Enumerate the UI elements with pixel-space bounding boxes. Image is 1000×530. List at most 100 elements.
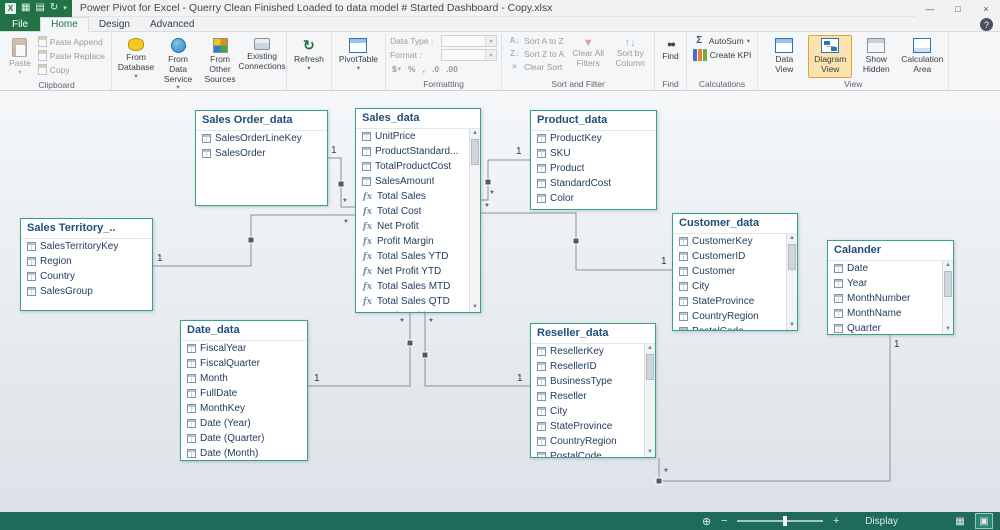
table-field-net-profit[interactable]: fx Net Profit xyxy=(356,219,469,234)
relationship-line[interactable] xyxy=(424,313,530,387)
button-from-database[interactable]: From Database ▾ xyxy=(116,35,156,83)
button-from-other-sources[interactable]: From Other Sources xyxy=(200,35,240,87)
table-field-total-sales-mtd[interactable]: fx Total Sales MTD xyxy=(356,279,469,294)
data-type-select[interactable]: ▾ xyxy=(441,35,498,47)
diagram-view-canvas[interactable]: 1 * 1 * 1 * 1 * 1 * 1 * 1 * Sales Order_data SalesOrde… xyxy=(0,91,1000,512)
table-field-fulldate[interactable]: FullDate xyxy=(181,386,307,401)
diagram-table-product-data[interactable]: Product_data ProductKey SKU Product Standard… xyxy=(530,110,657,210)
zoom-fit-icon[interactable]: ⊕ xyxy=(702,515,711,528)
diagram-table-sales-territory[interactable]: Sales Territory_.. SalesTerritoryKey Regio… xyxy=(20,218,153,311)
table-field-salesorderlinekey[interactable]: SalesOrderLineKey xyxy=(196,131,327,146)
scroll-thumb[interactable] xyxy=(471,139,479,165)
scroll-up-icon[interactable]: ▲ xyxy=(645,344,655,353)
button-from-data-service[interactable]: From Data Service ▾ xyxy=(158,35,198,95)
table-field-stateprovince[interactable]: StateProvince xyxy=(673,294,786,309)
table-field-reseller[interactable]: Reseller xyxy=(531,389,644,404)
table-field-customerkey[interactable]: CustomerKey xyxy=(673,234,786,249)
relationship-handle[interactable] xyxy=(337,180,345,188)
tab-file[interactable]: File xyxy=(0,17,41,31)
zoom-slider-thumb[interactable] xyxy=(783,516,788,526)
table-field-resellerid[interactable]: ResellerID xyxy=(531,359,644,374)
button-clear-all-filters[interactable]: ▼ Clear All Filters xyxy=(568,35,608,72)
format-number-button-2[interactable]: , xyxy=(421,64,427,74)
diagram-table-sales-data[interactable]: Sales_data UnitPrice ProductStandard... Tot… xyxy=(355,108,481,313)
table-field-standardcost[interactable]: StandardCost xyxy=(531,176,656,191)
relationship-handle[interactable] xyxy=(655,477,663,485)
relationship-handle[interactable] xyxy=(406,339,414,347)
table-field-salesorder[interactable]: SalesOrder xyxy=(196,146,327,161)
button-existing-connections[interactable]: Existing Connections xyxy=(238,35,286,75)
table-field-countryregion[interactable]: CountryRegion xyxy=(531,434,644,449)
table-field-customerid[interactable]: CustomerID xyxy=(673,249,786,264)
button-paste-append[interactable]: Paste Append xyxy=(36,35,107,48)
scroll-down-icon[interactable]: ▼ xyxy=(645,448,655,457)
table-scrollbar[interactable]: ▲ ▼ xyxy=(786,234,797,330)
table-field-productstandard[interactable]: ProductStandard... xyxy=(356,144,469,159)
button-autosum[interactable]: Σ AutoSum ▾ xyxy=(691,35,754,47)
chevron-down-icon[interactable]: ▾ xyxy=(63,4,67,12)
table-field-monthname[interactable]: MonthName xyxy=(828,306,942,321)
diagram-table-sales-order-data[interactable]: Sales Order_data SalesOrderLineKey SalesOr… xyxy=(195,110,328,206)
table-field-postalcode[interactable]: PostalCode xyxy=(673,324,786,330)
table-field-net-profit-ytd[interactable]: fx Net Profit YTD xyxy=(356,264,469,279)
scroll-down-icon[interactable]: ▼ xyxy=(470,303,480,312)
diagram-table-reseller-data[interactable]: Reseller_data ResellerKey ResellerID Busine… xyxy=(530,323,656,458)
tab-advanced[interactable]: Advanced xyxy=(140,17,204,31)
format-number-button-4[interactable]: .00 xyxy=(444,64,460,74)
button-calculation-area[interactable]: Calculation Area xyxy=(900,35,944,78)
table-field-month[interactable]: Month xyxy=(181,371,307,386)
table-field-salesgroup[interactable]: SalesGroup xyxy=(21,284,152,299)
scroll-up-icon[interactable]: ▲ xyxy=(943,261,953,270)
table-field-product[interactable]: Product xyxy=(531,161,656,176)
table-field-color[interactable]: Color xyxy=(531,191,656,206)
table-field-date[interactable]: Date xyxy=(828,261,942,276)
pivottable-button[interactable]: PivotTable ▾ xyxy=(336,35,381,75)
table-field-fiscalquarter[interactable]: FiscalQuarter xyxy=(181,356,307,371)
table-field-quarter[interactable]: Quarter xyxy=(828,321,942,334)
diagram-table-customer-data[interactable]: Customer_data CustomerKey CustomerID Custom… xyxy=(672,213,798,331)
table-field-customer[interactable]: Customer xyxy=(673,264,786,279)
relationship-line[interactable] xyxy=(658,335,891,482)
table-field-total-positive-pr[interactable]: fx Total Positive Pr... xyxy=(356,309,469,312)
table-field-productkey[interactable]: ProductKey xyxy=(531,131,656,146)
table-scrollbar[interactable]: ▲ ▼ xyxy=(469,129,480,312)
diagram-view-toggle-icon[interactable]: ▣ xyxy=(975,513,993,529)
table-field-profit-margin[interactable]: fx Profit Margin xyxy=(356,234,469,249)
table-field-date-quarter[interactable]: Date (Quarter) xyxy=(181,431,307,446)
button-copy[interactable]: Copy xyxy=(36,63,107,76)
table-field-date-year[interactable]: Date (Year) xyxy=(181,416,307,431)
refresh-icon[interactable]: ↻ xyxy=(50,3,58,13)
format-number-button-1[interactable]: % xyxy=(406,64,418,74)
button-data-view[interactable]: Data View xyxy=(762,35,806,78)
table-field-businesstype[interactable]: BusinessType xyxy=(531,374,644,389)
format-select[interactable]: ▾ xyxy=(441,49,498,61)
scroll-thumb[interactable] xyxy=(788,244,796,270)
button-sort-z-to-a[interactable]: Z↓ Sort Z to A xyxy=(506,48,566,60)
zoom-slider[interactable] xyxy=(737,516,824,526)
table-field-resellerkey[interactable]: ResellerKey xyxy=(531,344,644,359)
table-field-totalproductcost[interactable]: TotalProductCost xyxy=(356,159,469,174)
diagram-table-date-data[interactable]: Date_data FiscalYear FiscalQuarter Month Ful… xyxy=(180,320,308,461)
button-diagram-view[interactable]: Diagram View xyxy=(808,35,853,78)
close-button[interactable]: × xyxy=(972,0,1000,17)
button-sort-a-to-z[interactable]: A↓ Sort A to Z xyxy=(506,35,566,47)
button-clear-sort[interactable]: × Clear Sort xyxy=(506,61,566,73)
tab-design[interactable]: Design xyxy=(89,17,140,31)
relationship-handle[interactable] xyxy=(572,237,580,245)
relationship-handle[interactable] xyxy=(247,236,255,244)
diagram-table-calander[interactable]: Calander Date Year MonthNumber MonthName Quar… xyxy=(827,240,954,335)
find-button[interactable]: ●● Find xyxy=(659,35,682,65)
help-icon[interactable]: ? xyxy=(980,18,993,31)
table-field-postalcode[interactable]: PostalCode xyxy=(531,449,644,457)
button-show-hidden[interactable]: Show Hidden xyxy=(854,35,898,78)
table-field-year[interactable]: Year xyxy=(828,276,942,291)
table-field-region[interactable]: Region xyxy=(21,254,152,269)
table-field-unitprice[interactable]: UnitPrice xyxy=(356,129,469,144)
table-field-date-month[interactable]: Date (Month) xyxy=(181,446,307,460)
table-scrollbar[interactable]: ▲ ▼ xyxy=(644,344,655,457)
minimize-button[interactable]: — xyxy=(916,0,944,17)
relationship-line[interactable] xyxy=(308,313,411,387)
table-field-fiscalyear[interactable]: FiscalYear xyxy=(181,341,307,356)
grid-icon[interactable]: ▦ xyxy=(21,3,30,13)
table-field-sku[interactable]: SKU xyxy=(531,146,656,161)
